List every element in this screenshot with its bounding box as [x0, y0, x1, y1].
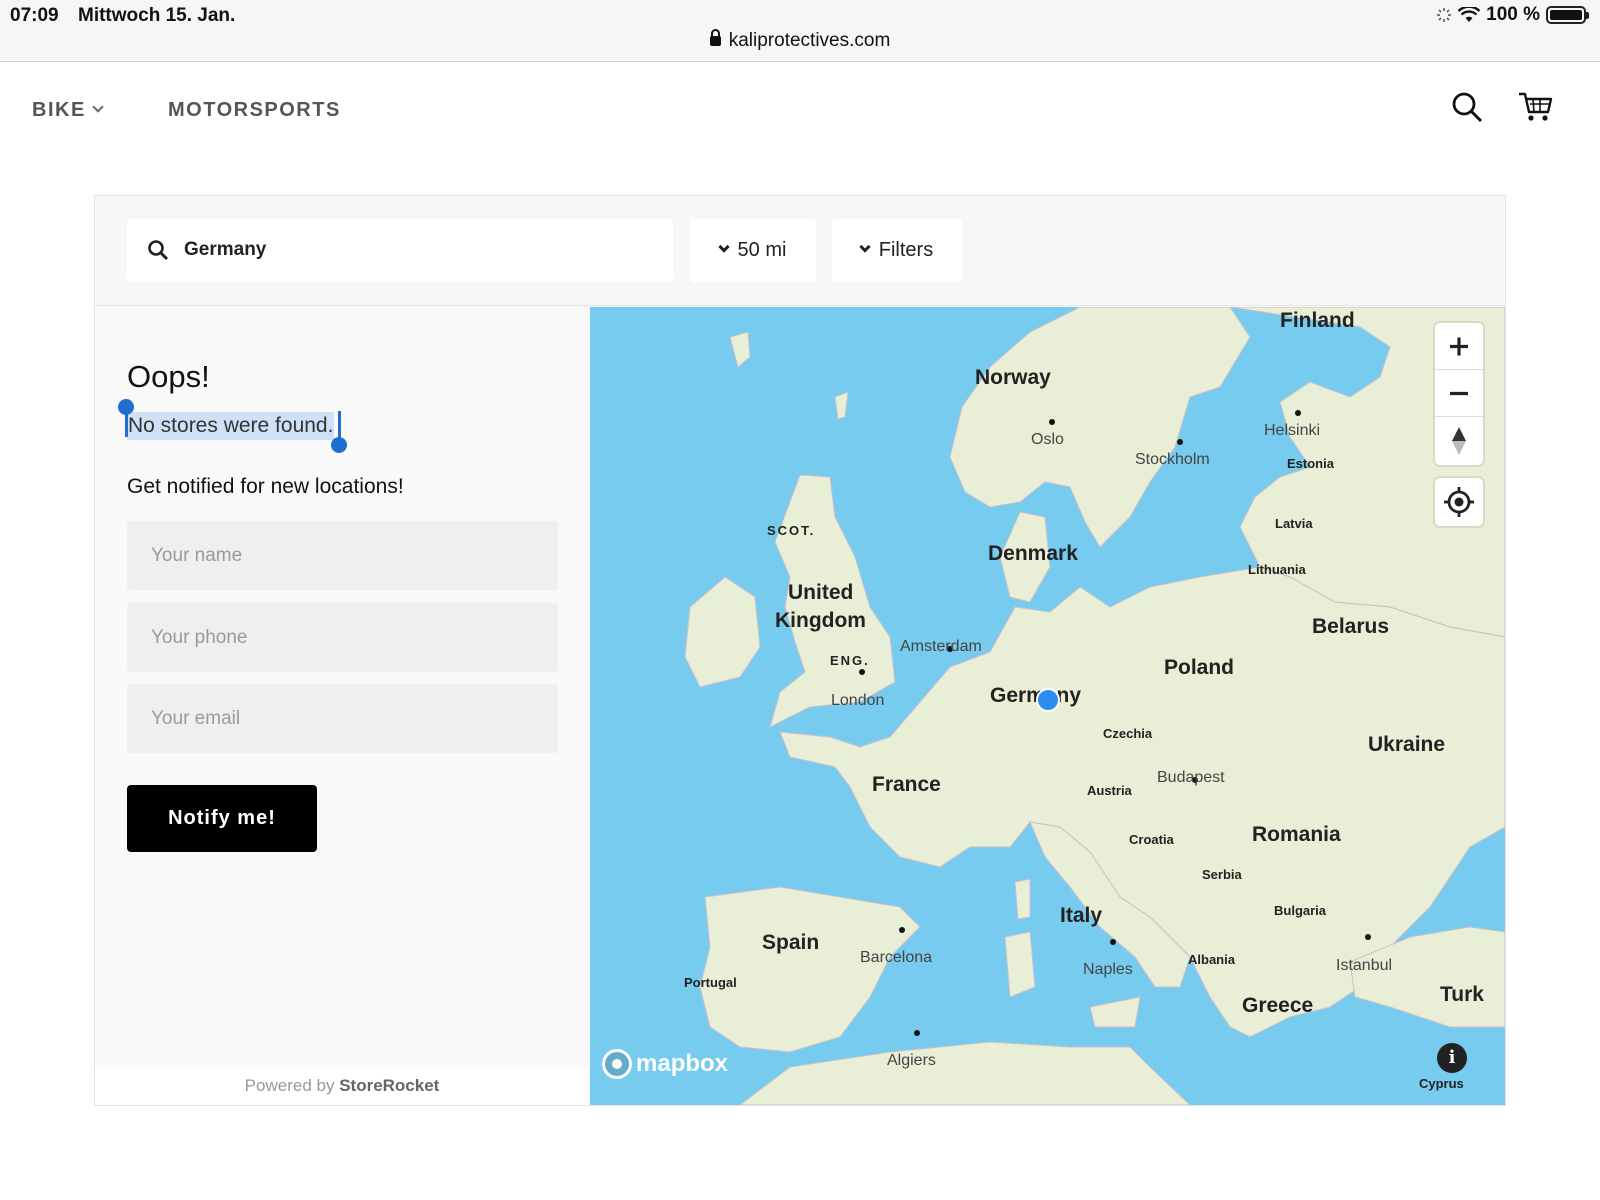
map-label-amsterdam: Amsterdam: [900, 638, 982, 655]
location-search-input[interactable]: Germany: [127, 219, 673, 282]
battery-percent: 100 %: [1486, 4, 1540, 25]
filters-label: Filters: [878, 239, 934, 261]
map-label-cyprus: Cyprus: [1419, 1076, 1464, 1091]
phone-field[interactable]: [127, 603, 558, 672]
map-label-france: France: [872, 773, 941, 796]
status-bar: 07:09 Mittwoch 15. Jan. 100 % kaliprotec…: [0, 0, 1600, 62]
chevron-down-icon: [92, 101, 104, 113]
map-label-uk-2: Kingdom: [775, 609, 866, 632]
map-label-spain: Spain: [762, 931, 819, 954]
map-label-finland: Finland: [1280, 309, 1355, 332]
nav-item-bike[interactable]: BIKE: [32, 99, 104, 122]
search-icon: [148, 240, 169, 261]
map-label-bulgaria: Bulgaria: [1274, 903, 1327, 918]
map-label-latvia: Latvia: [1275, 516, 1313, 531]
zoom-controls: [1435, 323, 1483, 465]
url-text: kaliprotectives.com: [728, 30, 891, 51]
map-label-ukraine: Ukraine: [1368, 733, 1445, 756]
notify-heading: Get notified for new locations!: [127, 475, 404, 498]
map-label-romania: Romania: [1252, 823, 1341, 846]
minus-icon: [1450, 391, 1468, 396]
nav-item-label: BIKE: [32, 99, 86, 121]
empty-message: No stores were found.: [127, 412, 335, 440]
chevron-down-icon: [859, 240, 871, 253]
empty-title: Oops!: [127, 359, 210, 394]
address-bar[interactable]: kaliprotectives.com: [0, 29, 1600, 52]
map-label-barcelona: Barcelona: [860, 949, 932, 966]
radius-value: 50 mi: [737, 239, 787, 261]
map-label-turkey: Turk: [1440, 983, 1484, 1006]
battery-icon: [1546, 6, 1589, 24]
filters-dropdown[interactable]: Filters: [832, 219, 962, 282]
locator-search-bar: Germany 50 mi Filters: [95, 196, 1505, 306]
email-field[interactable]: [127, 684, 558, 753]
results-panel: Oops! No stores were found. Get notified…: [95, 307, 589, 1105]
selection-start-bar: [125, 407, 128, 437]
map-label-austria: Austria: [1087, 783, 1133, 798]
zoom-out-button[interactable]: [1435, 370, 1483, 417]
radius-dropdown[interactable]: 50 mi: [690, 219, 816, 282]
zoom-in-button[interactable]: [1435, 323, 1483, 370]
map-label-poland: Poland: [1164, 656, 1234, 679]
cart-icon[interactable]: [1518, 90, 1554, 124]
map-label-algiers: Algiers: [887, 1052, 936, 1069]
lock-icon: [709, 29, 721, 46]
search-value: Germany: [184, 239, 267, 260]
site-nav: BIKE MOTORSPORTS: [0, 62, 1600, 152]
map-label-italy: Italy: [1060, 904, 1102, 927]
selection-end-handle[interactable]: [331, 437, 347, 453]
compass-icon: [1452, 427, 1466, 455]
map-label-naples: Naples: [1083, 961, 1133, 978]
map-label-croatia: Croatia: [1129, 832, 1175, 847]
map-label-belarus: Belarus: [1312, 615, 1389, 638]
loading-spinner-icon: [1437, 8, 1452, 22]
geolocate-icon: [1444, 487, 1474, 517]
wifi-icon: [1458, 7, 1481, 22]
search-icon[interactable]: [1450, 90, 1484, 124]
location-marker[interactable]: [1036, 688, 1060, 712]
map-label-albania: Albania: [1188, 952, 1236, 967]
storerocket-link[interactable]: StoreRocket: [339, 1076, 439, 1095]
mapbox-logo[interactable]: mapbox: [602, 1049, 728, 1079]
map-label-estonia: Estonia: [1287, 456, 1335, 471]
map-label-helsinki: Helsinki: [1264, 422, 1320, 439]
mapbox-icon: [602, 1049, 632, 1079]
map-label-greece: Greece: [1242, 994, 1313, 1017]
compass-button[interactable]: [1435, 417, 1483, 464]
chevron-down-icon: [717, 240, 730, 253]
store-map[interactable]: Finland Norway Oslo Stockholm Helsinki E…: [590, 307, 1505, 1105]
map-info-button[interactable]: i: [1437, 1043, 1467, 1073]
map-label-budapest: Budapest: [1157, 769, 1225, 786]
status-date: Mittwoch 15. Jan.: [78, 5, 236, 26]
map-label-london: London: [831, 692, 884, 709]
nav-item-motorsports[interactable]: MOTORSPORTS: [168, 99, 341, 122]
map-label-eng: ENG.: [830, 653, 870, 668]
nav-item-label: MOTORSPORTS: [168, 99, 341, 121]
map-label-norway: Norway: [975, 366, 1051, 389]
powered-by: Powered by StoreRocket: [95, 1067, 589, 1105]
store-locator: Germany 50 mi Filters Oops! No stores we…: [94, 195, 1506, 1106]
status-time: 07:09: [10, 5, 59, 26]
map-label-czechia: Czechia: [1103, 726, 1153, 741]
map-label-serbia: Serbia: [1202, 867, 1243, 882]
map-label-scot: SCOT.: [767, 523, 815, 538]
map-label-portugal: Portugal: [684, 975, 737, 990]
map-label-uk-1: United: [788, 581, 853, 604]
name-field[interactable]: [127, 521, 558, 590]
map-label-lithuania: Lithuania: [1248, 562, 1307, 577]
geolocate-button[interactable]: [1435, 478, 1483, 526]
map-label-oslo: Oslo: [1031, 431, 1064, 448]
map-label-stockholm: Stockholm: [1135, 451, 1210, 468]
powered-by-label: Powered by: [244, 1076, 335, 1095]
plus-icon: [1450, 337, 1468, 356]
notify-button[interactable]: Notify me!: [127, 785, 317, 852]
status-indicators: 100 %: [1436, 4, 1589, 26]
map-label-istanbul: Istanbul: [1336, 957, 1392, 974]
map-label-denmark: Denmark: [988, 542, 1078, 565]
mapbox-wordmark: mapbox: [636, 1050, 729, 1077]
